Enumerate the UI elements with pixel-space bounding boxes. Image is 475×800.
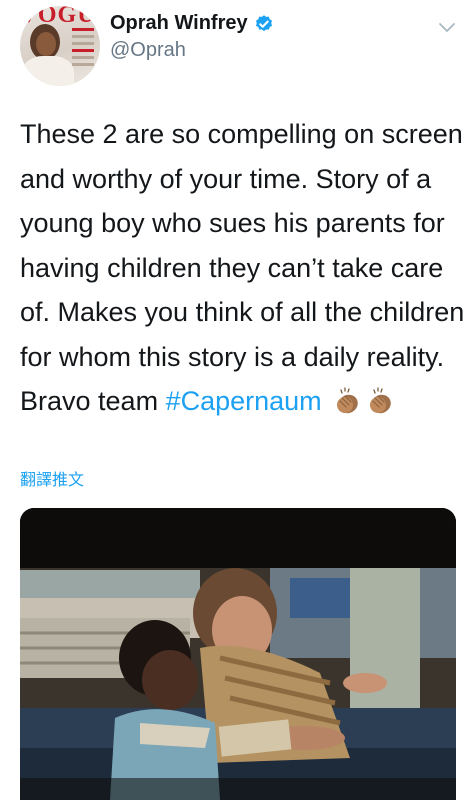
display-name[interactable]: Oprah Winfrey [110,12,248,35]
avatar-cover-lines [72,28,94,70]
avatar-masthead: VOGUE [20,6,100,28]
avatar-face [36,32,56,56]
tweet-media-photo[interactable] [20,508,456,800]
tweet-text-body: These 2 are so compelling on screen and … [20,119,465,416]
clapping-hands-icon [370,387,391,414]
avatar[interactable]: VOGUE [20,6,100,86]
translate-tweet-link[interactable]: 翻譯推文 [20,466,84,490]
name-row: Oprah Winfrey [110,12,274,35]
clapping-hands-icon [337,387,358,414]
user-handle[interactable]: @Oprah [110,39,186,62]
movie-still-image [20,508,456,800]
chevron-down-icon[interactable] [438,22,456,34]
avatar-dress [22,56,74,86]
verified-badge-icon [255,14,272,31]
tweet-text: These 2 are so compelling on screen and … [20,112,465,424]
hashtag-link[interactable]: #Capernaum [166,386,322,416]
tweet-header: VOGUE Oprah Winfrey @Oprah [0,0,475,90]
